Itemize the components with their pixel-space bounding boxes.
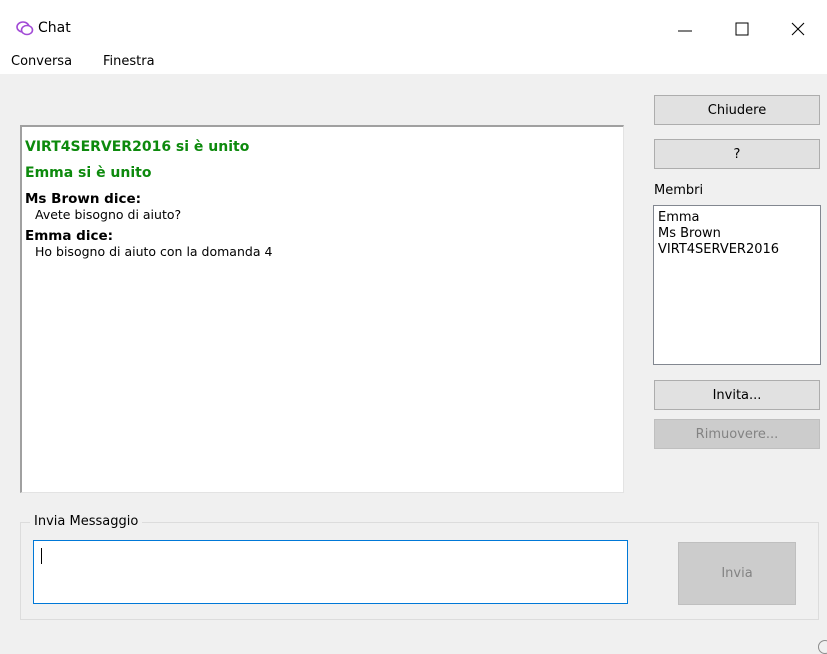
members-label: Membri	[654, 183, 704, 198]
window-title: Chat	[38, 20, 71, 36]
help-button[interactable]: ?	[654, 139, 820, 169]
close-chat-button[interactable]: Chiudere	[654, 95, 820, 125]
send-message-label: Invia Messaggio	[30, 514, 143, 529]
member-item[interactable]: Emma	[658, 210, 816, 226]
chat-bubbles-icon	[16, 20, 34, 38]
menu-conversa[interactable]: Conversa	[11, 54, 72, 69]
send-button[interactable]: Invia	[678, 542, 796, 605]
maximize-button[interactable]	[722, 12, 762, 44]
members-list[interactable]: Emma Ms Brown VIRT4SERVER2016	[653, 205, 821, 365]
invite-button[interactable]: Invita...	[654, 380, 820, 410]
menu-finestra[interactable]: Finestra	[103, 54, 155, 69]
message-text: Ho bisogno di aiuto con la domanda 4	[35, 244, 273, 259]
title-bar: Chat	[0, 0, 827, 50]
minimize-icon	[678, 30, 692, 32]
chat-transcript[interactable]: VIRT4SERVER2016 si è unito Emma si è uni…	[20, 125, 624, 493]
message-speaker: Emma dice:	[25, 228, 114, 244]
message-input[interactable]	[33, 540, 628, 604]
text-caret	[41, 548, 42, 564]
member-item[interactable]: Ms Brown	[658, 226, 816, 242]
join-notice: VIRT4SERVER2016 si è unito	[25, 139, 250, 155]
member-item[interactable]: VIRT4SERVER2016	[658, 242, 816, 258]
remove-button[interactable]: Rimuovere...	[654, 419, 820, 449]
close-button[interactable]	[778, 12, 818, 44]
join-notice: Emma si è unito	[25, 165, 152, 181]
message-speaker: Ms Brown dice:	[25, 191, 142, 207]
menu-bar: Conversa Finestra	[0, 50, 827, 74]
message-text: Avete bisogno di aiuto?	[35, 207, 182, 222]
resize-grip[interactable]	[818, 640, 827, 654]
close-icon	[791, 22, 805, 36]
maximize-icon	[735, 22, 749, 36]
minimize-button[interactable]	[665, 12, 705, 44]
